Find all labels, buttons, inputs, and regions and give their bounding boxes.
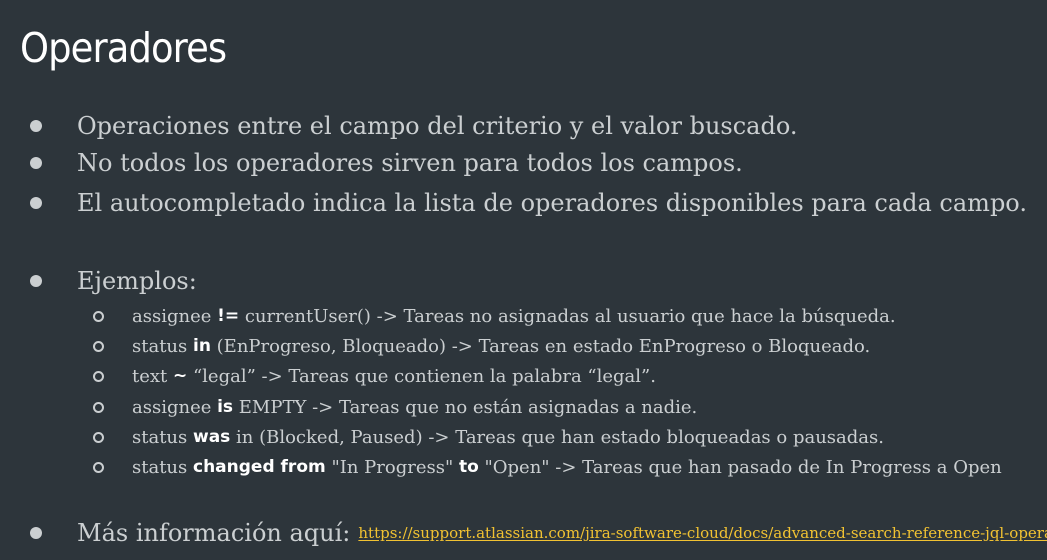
sub-bullet-ring-icon [93, 401, 104, 413]
slide-title: Operadores [20, 24, 227, 72]
bullet-item-more-info: Más información aquí: https://support.at… [30, 514, 1047, 552]
bullet-item: El autocompletado indica la lista de ope… [30, 184, 1027, 222]
example-item: assignee is EMPTY -> Tareas que no están… [93, 393, 697, 421]
bullet-dot-icon [30, 157, 42, 169]
more-info-label: Más información aquí: [77, 519, 351, 547]
example-field: status [132, 426, 193, 448]
example-field: status [132, 335, 193, 357]
example-item: text ~ “legal” -> Tareas que contienen l… [93, 362, 656, 390]
example-field: text [132, 365, 173, 387]
example-item: status in (EnProgreso, Bloqueado) -> Tar… [93, 332, 870, 360]
example-description: (EnProgreso, Bloqueado) -> Tareas en est… [210, 335, 871, 357]
example-operator: changed from [193, 457, 326, 477]
example-description: in (Blocked, Paused) -> Tareas que han e… [230, 426, 884, 448]
bullet-dot-icon [30, 275, 42, 287]
example-item: assignee != currentUser() -> Tareas no a… [93, 302, 896, 330]
bullet-item-examples: Ejemplos: [30, 262, 197, 300]
example-value: "In Progress" [325, 456, 459, 478]
example-operator: was [193, 427, 231, 447]
bullet-text: No todos los operadores sirven para todo… [77, 149, 743, 177]
bullet-dot-icon [30, 120, 42, 132]
example-operator: in [193, 336, 211, 356]
example-description: “legal” -> Tareas que contienen la palab… [187, 365, 656, 387]
example-description: "Open" -> Tareas que han pasado de In Pr… [478, 456, 1002, 478]
examples-heading: Ejemplos: [77, 267, 197, 295]
example-operator: to [458, 457, 479, 477]
example-field: assignee [132, 305, 218, 327]
bullet-dot-icon [30, 197, 42, 209]
bullet-item: Operaciones entre el campo del criterio … [30, 107, 798, 145]
sub-bullet-ring-icon [93, 431, 104, 443]
bullet-text: Operaciones entre el campo del criterio … [77, 112, 798, 140]
example-operator: is [217, 397, 234, 417]
bullet-dot-icon [30, 527, 42, 539]
example-operator: ~ [173, 366, 188, 386]
bullet-item: No todos los operadores sirven para todo… [30, 144, 743, 182]
example-description: EMPTY -> Tareas que no están asignadas a… [233, 396, 698, 418]
example-description: currentUser() -> Tareas no asignadas al … [239, 305, 896, 327]
example-field: status [132, 456, 193, 478]
example-item: status changed from "In Progress" to "Op… [93, 453, 1002, 481]
example-item: status was in (Blocked, Paused) -> Tarea… [93, 423, 884, 451]
sub-bullet-ring-icon [93, 310, 104, 322]
example-field: assignee [132, 396, 218, 418]
sub-bullet-ring-icon [93, 370, 104, 382]
more-info-link[interactable]: https://support.atlassian.com/jira-softw… [358, 524, 1047, 542]
sub-bullet-ring-icon [93, 340, 104, 352]
example-operator: != [217, 306, 240, 326]
sub-bullet-ring-icon [93, 461, 104, 473]
bullet-text: El autocompletado indica la lista de ope… [77, 189, 1027, 217]
